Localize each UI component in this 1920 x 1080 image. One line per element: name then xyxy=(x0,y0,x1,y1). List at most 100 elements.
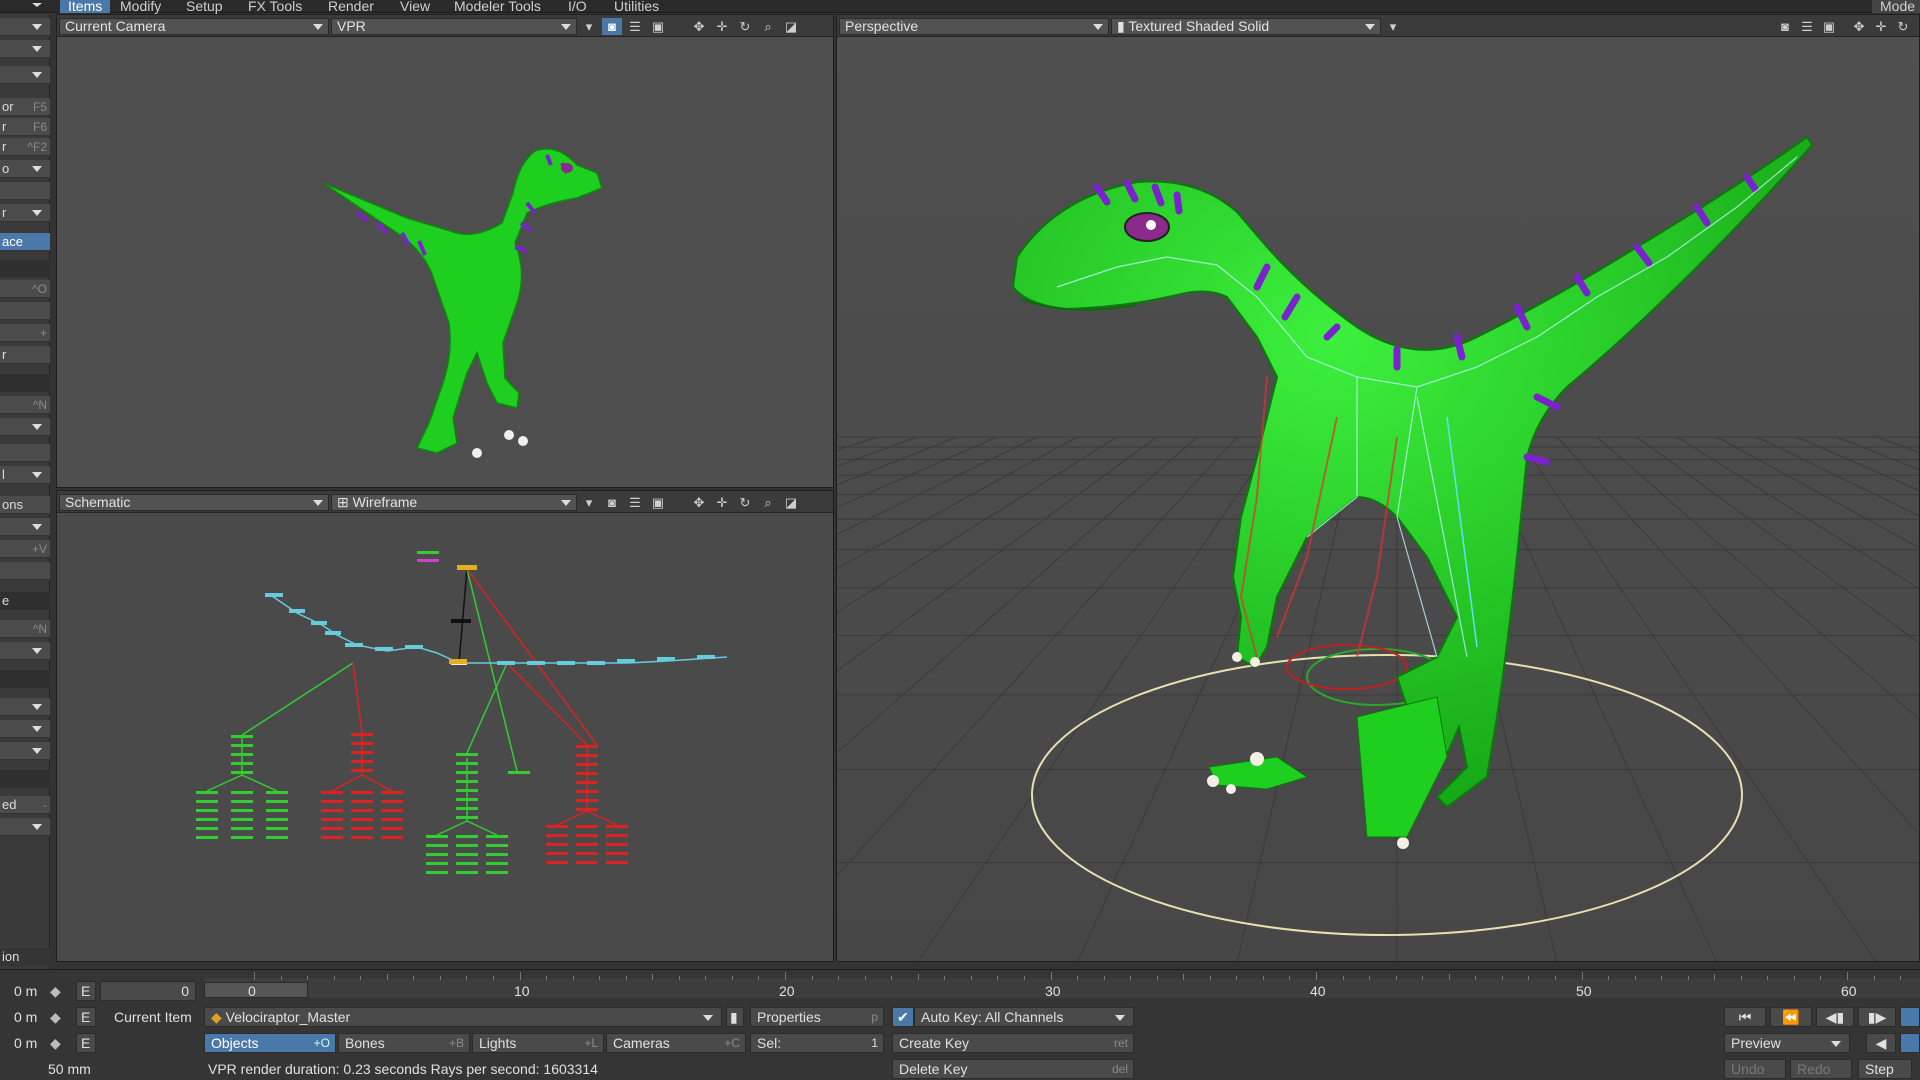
auto-key-select[interactable]: Auto Key: All Channels xyxy=(914,1007,1134,1027)
step-back-icon[interactable]: ◀▮ xyxy=(1816,1007,1854,1027)
go-to-start-icon[interactable]: ⏮ xyxy=(1724,1007,1766,1027)
tab-items[interactable]: Items xyxy=(60,0,111,13)
mode-button[interactable]: Mode xyxy=(1872,0,1920,13)
left-button-plus-v[interactable]: +V xyxy=(0,540,50,558)
rotate-icon[interactable]: ↻ xyxy=(735,18,755,35)
play-forward-button[interactable] xyxy=(1900,1033,1920,1053)
timeline-scrubber[interactable] xyxy=(204,982,308,998)
left-button-blank-2[interactable] xyxy=(0,302,50,320)
rotate-icon[interactable]: ↻ xyxy=(1893,18,1913,35)
list-icon[interactable]: ☰ xyxy=(625,18,645,35)
menu-dropdown[interactable] xyxy=(0,0,60,13)
properties-button[interactable]: Properties p xyxy=(750,1007,884,1027)
zoom-icon[interactable]: ⌕ xyxy=(758,18,778,35)
list-icon[interactable]: ☰ xyxy=(1797,18,1817,35)
delete-key-button[interactable]: Delete Key del xyxy=(892,1059,1134,1079)
shading-select[interactable]: ▮ Textured Shaded Solid xyxy=(1111,18,1381,35)
left-button-plus[interactable]: + xyxy=(0,324,50,342)
left-button-ctrl-n[interactable]: ^N xyxy=(0,396,50,414)
left-button-ctrl-o[interactable]: ^O xyxy=(0,280,50,298)
camera-select[interactable]: Current Camera xyxy=(59,18,329,35)
left-dropdown-r[interactable]: r xyxy=(0,204,50,222)
tab-utilities[interactable]: Utilities xyxy=(606,0,667,13)
viewport-menu-icon[interactable]: ▾ xyxy=(579,18,599,35)
left-button-blank-4[interactable] xyxy=(0,562,50,580)
tab-render[interactable]: Render xyxy=(320,0,382,13)
save-icon[interactable]: ▣ xyxy=(648,18,668,35)
move-icon[interactable]: ✥ xyxy=(689,18,709,35)
renderer-select[interactable]: VPR xyxy=(331,18,577,35)
tab-view[interactable]: View xyxy=(392,0,438,13)
left-button-f2[interactable]: r ^F2 xyxy=(0,138,50,156)
move-icon[interactable]: ✥ xyxy=(689,494,709,511)
left-button-ctrl-n-2[interactable]: ^N xyxy=(0,620,50,638)
rotate-icon[interactable]: ↻ xyxy=(735,494,755,511)
schematic-view-select[interactable]: Schematic xyxy=(59,494,329,511)
envelope-button-x[interactable]: E xyxy=(76,981,96,1001)
redo-button[interactable]: Redo xyxy=(1790,1059,1852,1079)
envelope-button-z[interactable]: E xyxy=(76,1033,96,1053)
left-button-ed[interactable]: ed - xyxy=(0,796,50,814)
viewport-menu-icon[interactable]: ▾ xyxy=(1383,18,1403,35)
tab-modify[interactable]: Modify xyxy=(112,0,169,13)
step-forward-icon[interactable]: ▮▶ xyxy=(1858,1007,1896,1027)
pan-icon[interactable]: ✛ xyxy=(1871,18,1891,35)
tab-io[interactable]: I/O xyxy=(560,0,595,13)
left-dropdown-1[interactable] xyxy=(0,18,50,36)
left-dropdown-9[interactable] xyxy=(0,742,50,760)
zoom-icon[interactable]: ⌕ xyxy=(758,494,778,511)
camera-icon[interactable]: ◙ xyxy=(1775,18,1795,35)
camera-icon[interactable]: ◙ xyxy=(602,18,622,35)
preview-select[interactable]: Preview xyxy=(1724,1033,1850,1053)
perspective-select[interactable]: Perspective xyxy=(839,18,1109,35)
tab-bones[interactable]: Bones +B xyxy=(338,1033,470,1053)
undo-button[interactable]: Undo xyxy=(1724,1059,1786,1079)
camera-icon[interactable]: ◙ xyxy=(602,494,622,511)
envelope-button-y[interactable]: E xyxy=(76,1007,96,1027)
left-button-ons[interactable]: ons xyxy=(0,496,50,514)
left-button-blank-3[interactable] xyxy=(0,444,50,462)
left-dropdown-o[interactable]: o xyxy=(0,160,50,178)
diamond-icon[interactable]: ◆ xyxy=(50,1009,61,1026)
viewport-camera[interactable]: Current Camera VPR ▾ ◙ ☰ ▣ ✥ ✛ ↻ ⌕ ◪ xyxy=(56,14,834,488)
left-dropdown-8[interactable] xyxy=(0,720,50,738)
previous-key-icon[interactable]: ⏪ xyxy=(1770,1007,1812,1027)
wireframe-select[interactable]: ⊞ Wireframe xyxy=(331,494,577,511)
viewport-menu-icon[interactable]: ▾ xyxy=(579,494,599,511)
left-dropdown-6[interactable] xyxy=(0,642,50,660)
left-dropdown-7[interactable] xyxy=(0,698,50,716)
left-button-f5[interactable]: or F5 xyxy=(0,98,50,116)
play-button[interactable] xyxy=(1900,1007,1920,1027)
left-button-space[interactable]: ace xyxy=(0,233,50,251)
maximize-icon[interactable]: ◪ xyxy=(781,18,801,35)
viewport-perspective[interactable]: Perspective ▮ Textured Shaded Solid ▾ ◙ … xyxy=(836,14,1920,962)
item-toggle-icon[interactable]: ▮ xyxy=(726,1007,744,1027)
left-button-r[interactable]: r xyxy=(0,346,50,364)
tab-lights[interactable]: Lights +L xyxy=(472,1033,604,1053)
list-icon[interactable]: ☰ xyxy=(625,494,645,511)
create-key-button[interactable]: Create Key ret xyxy=(892,1033,1134,1053)
left-dropdown-4[interactable] xyxy=(0,418,50,436)
left-dropdown-2[interactable] xyxy=(0,40,50,58)
diamond-icon[interactable]: ◆ xyxy=(50,1035,61,1052)
left-dropdown-3[interactable] xyxy=(0,66,50,84)
frame-field[interactable]: 0 xyxy=(100,981,196,1001)
left-button-f6[interactable]: r F6 xyxy=(0,118,50,136)
save-icon[interactable]: ▣ xyxy=(648,494,668,511)
tab-modeler-tools[interactable]: Modeler Tools xyxy=(446,0,549,13)
auto-key-checkbox[interactable]: ✔ xyxy=(892,1007,914,1027)
left-button-e[interactable]: e xyxy=(0,592,50,610)
current-item-select[interactable]: ◆ Velociraptor_Master xyxy=(204,1007,722,1027)
save-icon[interactable]: ▣ xyxy=(1819,18,1839,35)
timeline-slider[interactable] xyxy=(204,978,1920,998)
pan-icon[interactable]: ✛ xyxy=(712,494,732,511)
move-icon[interactable]: ✥ xyxy=(1849,18,1869,35)
play-reverse-icon[interactable]: ◀ xyxy=(1866,1033,1896,1053)
tab-cameras[interactable]: Cameras +C xyxy=(606,1033,746,1053)
tab-setup[interactable]: Setup xyxy=(178,0,231,13)
diamond-icon[interactable]: ◆ xyxy=(50,983,61,1000)
tab-objects[interactable]: Objects +O xyxy=(204,1033,336,1053)
left-dropdown-10[interactable] xyxy=(0,818,50,836)
step-button[interactable]: Step xyxy=(1858,1059,1912,1079)
left-dropdown-5[interactable] xyxy=(0,518,50,536)
